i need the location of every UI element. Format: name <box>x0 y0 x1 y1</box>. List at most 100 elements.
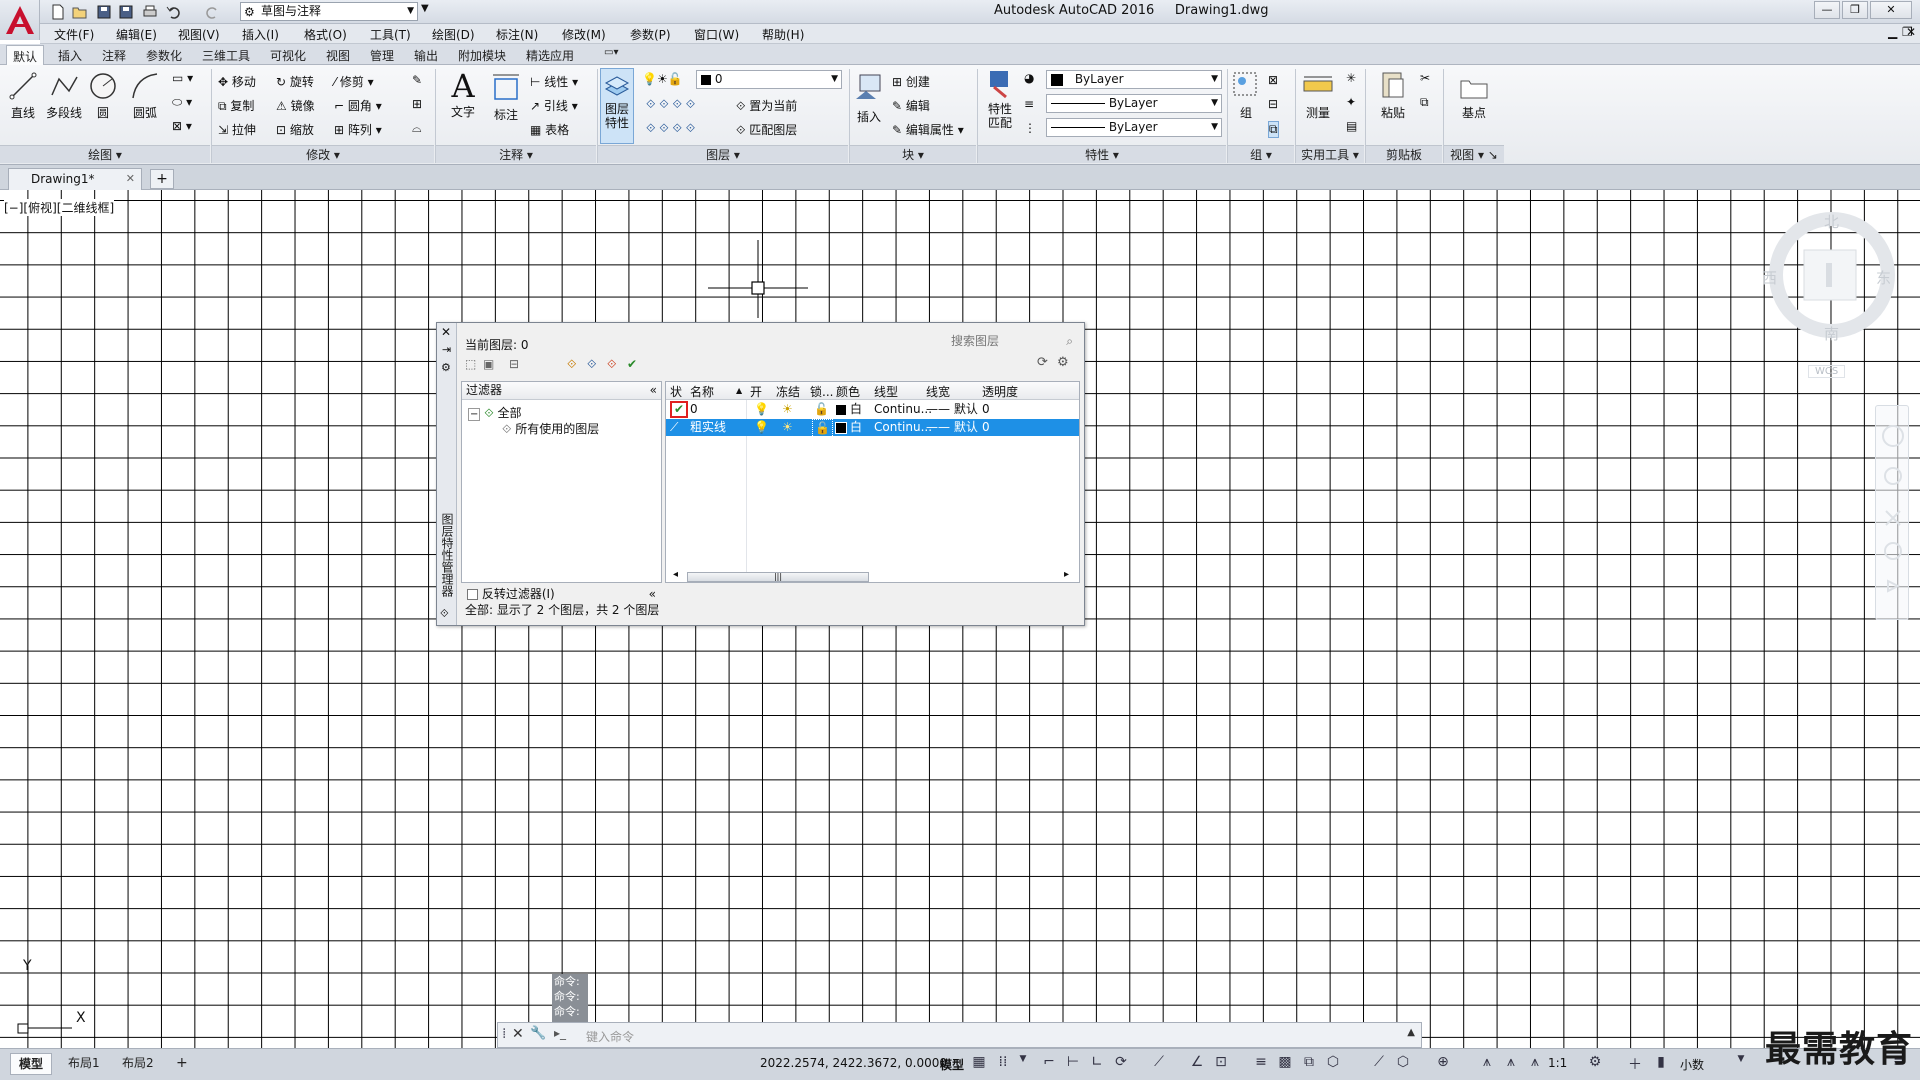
ribbon-minimize-icon[interactable]: ▭▾ <box>604 47 618 58</box>
scrollbar-thumb[interactable]: ||| <box>687 572 869 582</box>
wcs-menu[interactable]: WCS <box>1808 365 1846 378</box>
ortho-icon[interactable]: ∟ <box>1088 1054 1106 1070</box>
col-lineweight[interactable]: 线宽 <box>926 383 950 400</box>
layer-row[interactable]: ✔ 0 💡 ☀ 🔓 白 Continu... —— 默认 0 <box>666 401 1079 418</box>
layer-state-icons[interactable]: 💡☀🔓 <box>642 72 683 86</box>
mirror-button[interactable]: ⚠ 镜像 <box>276 97 315 114</box>
move-button[interactable]: ✥ 移动 <box>218 73 256 90</box>
wrench-icon[interactable]: 🔧 <box>530 1026 546 1041</box>
unlock-icon[interactable]: 🔓 <box>812 419 833 438</box>
quick-properties-icon[interactable]: ▮ <box>1652 1054 1670 1070</box>
layer-transparency[interactable]: 0 <box>982 401 990 418</box>
hatch-icon[interactable]: ⬭ ▾ <box>172 95 192 110</box>
bulb-on-icon[interactable]: 💡 <box>754 419 769 436</box>
new-property-filter-icon[interactable]: ⬚ <box>465 357 476 371</box>
col-lock[interactable]: 锁... <box>810 383 833 400</box>
command-input[interactable]: 键入命令 <box>586 1028 634 1045</box>
menu-draw[interactable]: 绘图(D) <box>432 26 475 43</box>
viewcube[interactable]: 北 南 东 西 WCS <box>1762 205 1902 385</box>
erase-icon[interactable]: ✎ <box>412 73 422 87</box>
block-panel-title[interactable]: 块 ▾ <box>850 145 976 163</box>
viewcube-south[interactable]: 南 <box>1824 323 1839 344</box>
layer-status-icon[interactable]: ⟋ <box>670 419 678 436</box>
open-icon[interactable] <box>70 2 90 22</box>
viewcube-west[interactable]: 西 <box>1762 267 1777 288</box>
layer-color-swatch[interactable] <box>835 422 847 434</box>
doc-tab-drawing1[interactable]: Drawing1* ✕ <box>8 168 142 190</box>
layer-lineweight[interactable]: —— 默认 <box>926 419 978 436</box>
create-block-button[interactable]: ⊞ 创建 <box>892 73 930 90</box>
annotation-visibility-icon[interactable]: ⩚ <box>1478 1054 1496 1070</box>
delete-layer-icon[interactable]: ⟐ <box>607 357 616 372</box>
doc-minimize-icon[interactable]: ▁ <box>1888 25 1897 39</box>
insert-block-button[interactable]: 插入 <box>852 71 886 125</box>
point-icon[interactable]: ✦ <box>1346 95 1356 109</box>
tab-layout2[interactable]: 布局2 <box>114 1053 162 1075</box>
layer-color-swatch[interactable] <box>836 405 846 415</box>
polar-icon[interactable]: ⟳ <box>1112 1054 1130 1070</box>
current-layer-check-icon[interactable]: ✔ <box>670 401 688 418</box>
menu-dimension[interactable]: 标注(N) <box>496 26 538 43</box>
rectangle-icon[interactable]: ▭ ▾ <box>172 71 193 85</box>
measure-button[interactable]: 测量 <box>1300 71 1336 121</box>
workspace-select[interactable]: ⚙ 草图与注释 ▼ <box>240 2 418 21</box>
layer-dropdown[interactable]: 0 ▼ <box>696 70 842 89</box>
viewcube-north[interactable]: 北 <box>1824 211 1839 232</box>
chevron-down-icon[interactable]: ▼ <box>1014 1054 1032 1064</box>
leader-button[interactable]: ↗ 引线 ▾ <box>530 97 578 114</box>
group-button[interactable]: 组 <box>1230 69 1262 121</box>
isometric-icon[interactable]: ⟋ <box>1150 1054 1168 1070</box>
sun-thaw-icon[interactable]: ☀ <box>782 419 793 436</box>
selection-cycling-icon[interactable]: ⧉ <box>1300 1054 1318 1070</box>
lineweight-dropdown[interactable]: ByLayer ▼ <box>1046 94 1222 113</box>
group-panel-title[interactable]: 组 ▾ <box>1228 145 1294 163</box>
lineweight-display-icon[interactable]: ≡ <box>1252 1054 1270 1070</box>
command-line[interactable]: ⁞ ✕ 🔧 ▸_ 键入命令 ▲ <box>497 1022 1422 1048</box>
tab-3d-tools[interactable]: 三维工具 <box>202 47 250 64</box>
group-edit-icon[interactable]: ⊠ <box>1268 73 1278 87</box>
tab-layout1[interactable]: 布局1 <box>60 1053 108 1075</box>
utilities-panel-title[interactable]: 实用工具 ▾ <box>1296 145 1364 163</box>
command-prompt-icon[interactable]: ▸_ <box>554 1026 566 1040</box>
view-panel-title[interactable]: 视图 ▾ ↘ <box>1444 145 1504 163</box>
filter-used-layers[interactable]: ⟐ 所有使用的图层 <box>502 420 599 437</box>
tab-featured-apps[interactable]: 精选应用 <box>526 47 574 64</box>
collapse-icon[interactable]: « <box>650 382 657 399</box>
edit-block-button[interactable]: ✎ 编辑 <box>892 97 930 114</box>
layer-tool-icons-row1[interactable]: ⟐ ⟐ ⟐ ⟐ <box>646 97 695 112</box>
offset-icon[interactable]: ⌓ <box>412 121 422 136</box>
viewport-label[interactable]: [−][俯视][二维线框] <box>4 199 115 216</box>
redo-icon[interactable] <box>202 2 222 22</box>
layer-name[interactable]: 粗实线 <box>690 419 726 436</box>
undo-icon[interactable] <box>164 2 184 22</box>
menu-view[interactable]: 视图(V) <box>178 26 220 43</box>
menu-insert[interactable]: 插入(I) <box>242 26 279 43</box>
new-tab-button[interactable]: + <box>150 169 174 189</box>
menu-parametric[interactable]: 参数(P) <box>630 26 671 43</box>
menu-edit[interactable]: 编辑(E) <box>116 26 157 43</box>
doc-close-icon[interactable]: ✕ <box>1906 25 1916 39</box>
annotation-scale-value[interactable]: 1:1 <box>1548 1056 1567 1070</box>
quick-access-customize-icon[interactable]: ▼ <box>421 3 429 14</box>
annotation-monitor-icon[interactable]: ＋ <box>1626 1054 1644 1074</box>
sun-thaw-icon[interactable]: ☀ <box>782 401 793 418</box>
layer-linetype[interactable]: Continu... <box>874 419 932 436</box>
viewcube-east[interactable]: 东 <box>1876 267 1891 288</box>
snap-icon[interactable]: ⁞⁞ <box>994 1054 1012 1070</box>
tab-annotate[interactable]: 注释 <box>102 47 126 64</box>
set-current-layer-icon[interactable]: ✔ <box>627 357 637 371</box>
auto-scale-icon[interactable]: ⩚ <box>1502 1054 1520 1070</box>
cut-icon[interactable]: ✂ <box>1420 71 1430 85</box>
new-group-filter-icon[interactable]: ▣ <box>483 357 494 371</box>
arc-button[interactable]: 圆弧 <box>128 71 162 121</box>
properties-panel-title[interactable]: 特性 ▾ <box>978 145 1226 163</box>
col-freeze[interactable]: 冻结 <box>776 383 800 400</box>
fillet-button[interactable]: ⌐ 圆角 ▾ <box>334 97 382 114</box>
modify-panel-title[interactable]: 修改 ▾ <box>212 145 434 163</box>
set-current-button[interactable]: ⟐ 置为当前 <box>736 97 797 114</box>
calculator-icon[interactable]: ▤ <box>1346 119 1357 133</box>
scale-button[interactable]: ⊡ 缩放 <box>276 121 314 138</box>
group-selection-icon[interactable]: ⧉ <box>1268 121 1279 138</box>
filter-all[interactable]: − ⟐ 全部 <box>468 404 522 421</box>
menu-modify[interactable]: 修改(M) <box>562 26 606 43</box>
